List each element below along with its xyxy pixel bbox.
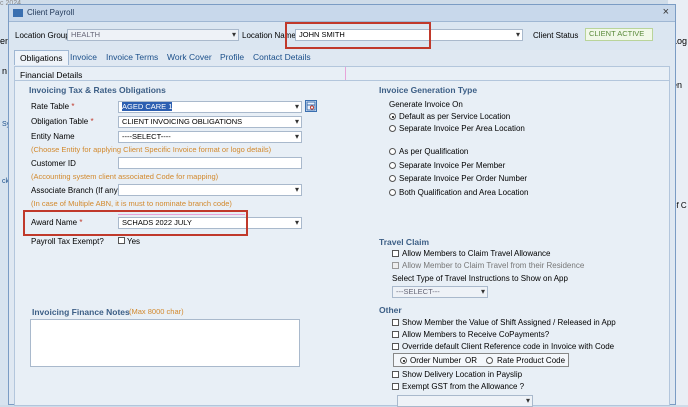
- obligation-table-value: CLIENT INVOICING OBLIGATIONS: [122, 117, 243, 126]
- obligation-table-label-text: Obligation Table: [31, 117, 89, 126]
- travel-allow-checkbox[interactable]: [392, 250, 399, 257]
- exempt-gst-checkbox[interactable]: [392, 383, 399, 390]
- travel-residence-checkbox[interactable]: [392, 262, 399, 269]
- associate-branch-label: Associate Branch (If any): [31, 186, 121, 195]
- other-heading: Other: [379, 305, 402, 315]
- associate-branch-select[interactable]: [118, 184, 302, 196]
- rate-table-select[interactable]: AGED CARE 1: [118, 101, 302, 113]
- tab-obligations[interactable]: Obligations: [14, 50, 69, 65]
- rate-table-label: Rate Table *: [31, 102, 74, 111]
- dialog-title: Client Payroll: [27, 8, 75, 17]
- payroll-tax-label: Payroll Tax Exempt?: [31, 237, 104, 246]
- notes-hint: (Max 8000 char): [129, 307, 184, 316]
- obligation-table-label: Obligation Table *: [31, 117, 94, 126]
- gen-option-label: Separate Invoice Per Member: [399, 161, 506, 170]
- payroll-tax-checkbox[interactable]: [118, 237, 125, 244]
- pink-guide: [118, 214, 245, 215]
- obligation-table-select[interactable]: CLIENT INVOICING OBLIGATIONS: [118, 116, 302, 128]
- gen-option-label: Both Qualification and Area Location: [399, 188, 529, 197]
- other-option-label: Show Delivery Location in Payslip: [402, 370, 523, 379]
- panel-title: Financial Details: [20, 70, 83, 80]
- close-icon[interactable]: ×: [663, 6, 669, 18]
- override-reference-checkbox[interactable]: [392, 343, 399, 350]
- tab-work-cover[interactable]: Work Cover: [167, 52, 212, 62]
- gen-option-label: Separate Invoice Per Area Location: [399, 124, 525, 133]
- required-mark: *: [71, 102, 75, 111]
- allowance-select[interactable]: [397, 395, 533, 407]
- tab-bar: Obligations Invoice Invoice Terms Work C…: [9, 50, 675, 66]
- gen-option-radio[interactable]: [389, 175, 396, 182]
- rate-table-lookup-icon[interactable]: [305, 100, 317, 112]
- rate-table-label-text: Rate Table: [31, 102, 70, 111]
- other-option-label: Override default Client Reference code i…: [402, 342, 615, 351]
- tab-invoice-terms[interactable]: Invoice Terms: [106, 52, 158, 62]
- location-group-label: Location Group: [15, 31, 70, 40]
- other-option-label: Show Member the Value of Shift Assigned …: [402, 318, 616, 327]
- finance-notes-heading: Invoicing Finance Notes: [32, 307, 130, 317]
- client-status-label: Client Status: [533, 31, 579, 40]
- bg-fragment: n: [2, 66, 8, 76]
- generate-invoice-label: Generate Invoice On: [389, 100, 463, 109]
- other-option-label: Allow Members to Receive CoPayments?: [402, 330, 550, 339]
- customer-hint: (Accounting system client associated Cod…: [31, 172, 219, 181]
- rate-table-value: AGED CARE 1: [122, 102, 173, 111]
- obligations-panel: Financial Details Invoicing Tax & Rates …: [14, 66, 670, 407]
- pink-guide: [345, 67, 346, 80]
- panel-divider: [15, 80, 669, 81]
- invoice-generation-heading: Invoice Generation Type: [379, 85, 478, 95]
- gen-option-radio[interactable]: [389, 148, 396, 155]
- travel-type-select[interactable]: ---SELECT---: [392, 286, 488, 298]
- branch-hint: (In case of Multiple ABN, it is must to …: [31, 199, 232, 208]
- gen-option-radio[interactable]: [389, 125, 396, 132]
- copayments-checkbox[interactable]: [392, 331, 399, 338]
- other-option-label: Exempt GST from the Allowance ?: [402, 382, 525, 391]
- client-status-value: CLIENT ACTIVE: [589, 29, 645, 38]
- gen-option-label: Separate Invoice Per Order Number: [399, 174, 528, 183]
- delivery-location-checkbox[interactable]: [392, 371, 399, 378]
- entity-hint: (Choose Entity for applying Client Speci…: [31, 145, 272, 154]
- required-mark: *: [90, 117, 94, 126]
- entity-name-value: ----SELECT----: [122, 132, 171, 141]
- dialog-titlebar: Client Payroll ×: [9, 5, 675, 22]
- customer-id-label: Customer ID: [31, 159, 76, 168]
- gen-option-radio[interactable]: [389, 113, 396, 120]
- order-number-label: Order Number: [410, 356, 462, 365]
- travel-claim-heading: Travel Claim: [379, 237, 430, 247]
- client-payroll-dialog: Client Payroll × Location Group HEALTH L…: [8, 4, 676, 407]
- payroll-tax-yes-label: Yes: [127, 237, 141, 246]
- highlight-location-name: [285, 22, 431, 49]
- location-group-value: HEALTH: [71, 30, 101, 39]
- gen-option-label: Default as per Service Location: [399, 112, 511, 121]
- finance-notes-textarea[interactable]: [30, 319, 300, 367]
- order-number-radio[interactable]: [400, 357, 407, 364]
- tab-invoice[interactable]: Invoice: [70, 52, 97, 62]
- location-group-select[interactable]: HEALTH: [67, 29, 239, 41]
- rate-product-code-radio[interactable]: [486, 357, 493, 364]
- entity-name-select[interactable]: ----SELECT----: [118, 131, 302, 143]
- reference-code-group: Order Number OR Rate Product Code: [393, 353, 569, 367]
- tax-obligations-heading: Invoicing Tax & Rates Obligations: [29, 85, 166, 95]
- rate-product-code-label: Rate Product Code: [497, 356, 566, 365]
- travel-type-label: Select Type of Travel Instructions to Sh…: [392, 274, 568, 283]
- gen-option-radio[interactable]: [389, 189, 396, 196]
- client-status-field: CLIENT ACTIVE: [585, 28, 653, 41]
- show-shift-value-checkbox[interactable]: [392, 319, 399, 326]
- gen-option-radio[interactable]: [389, 162, 396, 169]
- gen-option-label: As per Qualification: [399, 147, 469, 156]
- travel-type-value: ---SELECT---: [396, 287, 440, 296]
- or-label: OR: [465, 356, 477, 365]
- tab-profile[interactable]: Profile: [220, 52, 244, 62]
- tab-contact-details[interactable]: Contact Details: [253, 52, 311, 62]
- travel-allow-label: Allow Members to Claim Travel Allowance: [402, 249, 551, 258]
- customer-id-input[interactable]: [118, 157, 302, 169]
- entity-name-label: Entity Name: [31, 132, 75, 141]
- app-logo-icon: [13, 9, 23, 17]
- travel-residence-label: Allow Member to Claim Travel from their …: [402, 261, 585, 270]
